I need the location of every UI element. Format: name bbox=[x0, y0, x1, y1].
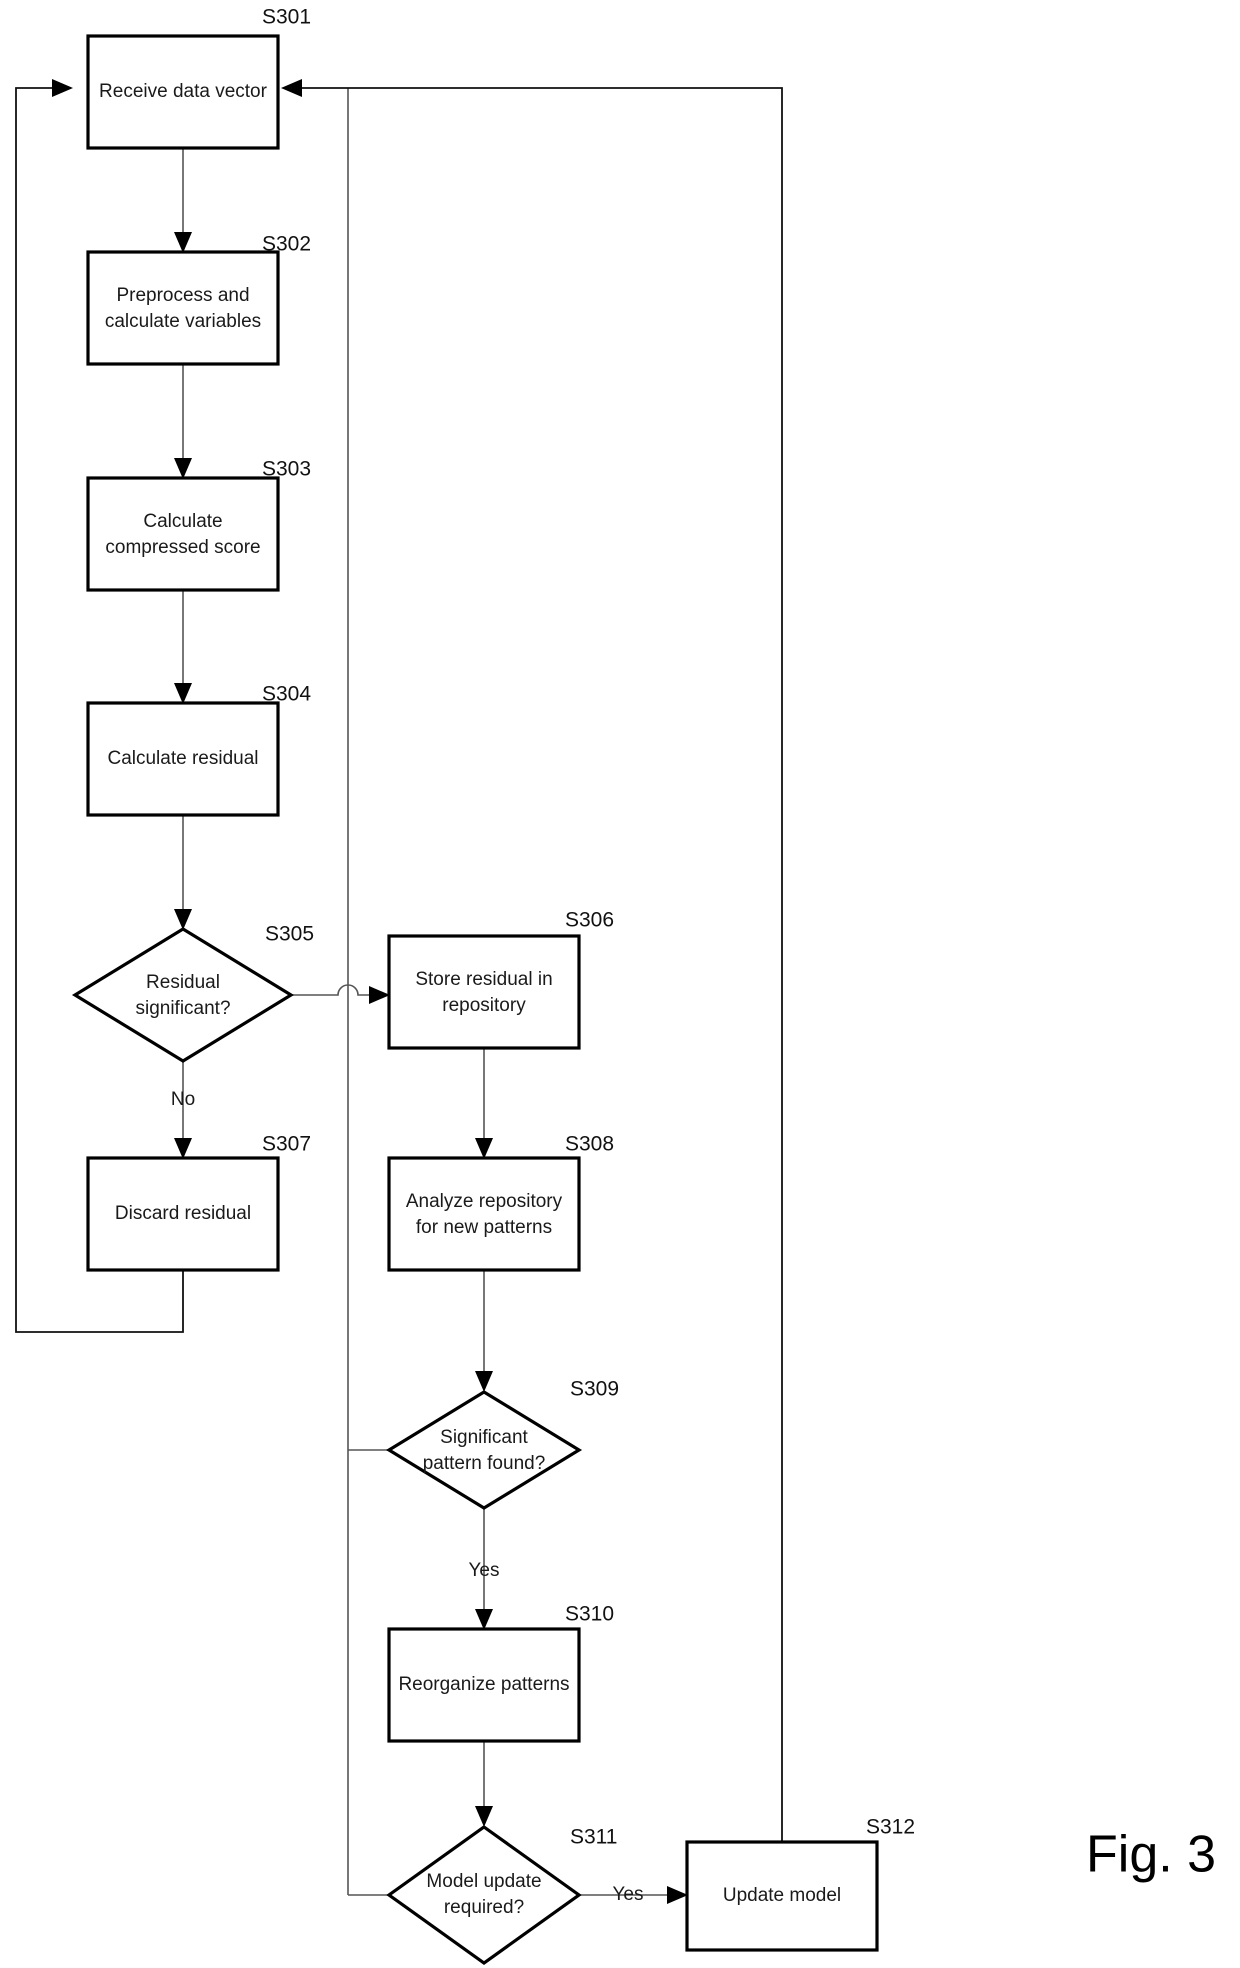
node-s310[interactable]: Reorganize patterns S310 bbox=[387, 1603, 614, 1743]
node-s304-ref: S304 bbox=[262, 683, 311, 706]
node-s306-label-line2: repository bbox=[442, 995, 526, 1016]
node-s303-label-line1: Calculate bbox=[143, 511, 222, 532]
edge-s310-to-s311 bbox=[475, 1741, 493, 1827]
node-s312-ref: S312 bbox=[866, 1816, 915, 1839]
edge-s308-to-s309 bbox=[475, 1270, 493, 1392]
edge-s301-to-s302 bbox=[174, 148, 192, 253]
node-s302-label-line1: Preprocess and bbox=[116, 285, 249, 306]
edge-label-yes-s311: Yes bbox=[613, 1884, 644, 1905]
edge-s305-to-s306 bbox=[291, 984, 390, 1004]
node-s302-ref: S302 bbox=[262, 233, 311, 256]
node-s310-ref: S310 bbox=[565, 1603, 614, 1626]
node-s307-ref: S307 bbox=[262, 1133, 311, 1156]
node-s308-box[interactable] bbox=[387, 1156, 581, 1272]
node-s307[interactable]: Discard residual S307 bbox=[86, 1133, 311, 1272]
flowchart-canvas: Receive data vector S301 Preprocess and … bbox=[15, 6, 1216, 1965]
node-s311-diamond[interactable] bbox=[386, 1825, 582, 1965]
node-s303-box[interactable] bbox=[86, 476, 280, 592]
node-s309-ref: S309 bbox=[570, 1378, 619, 1401]
node-s305-label-line1: Residual bbox=[146, 972, 220, 993]
edge-s304-to-s305 bbox=[174, 815, 192, 930]
node-s308-label-line2: for new patterns bbox=[416, 1217, 552, 1238]
node-s301[interactable]: Receive data vector S301 bbox=[86, 6, 311, 150]
node-s302-box[interactable] bbox=[86, 250, 280, 366]
node-s302[interactable]: Preprocess and calculate variables S302 bbox=[86, 233, 311, 366]
figure-3-flowchart: Receive data vector S301 Preprocess and … bbox=[0, 0, 1240, 1968]
node-s304[interactable]: Calculate residual S304 bbox=[86, 683, 311, 817]
node-s305-label-line2: significant? bbox=[135, 998, 230, 1019]
node-s309-label-line1: Significant bbox=[440, 1427, 528, 1448]
node-s302-label-line2: calculate variables bbox=[105, 311, 261, 332]
node-s306-ref: S306 bbox=[565, 909, 614, 932]
node-s303-ref: S303 bbox=[262, 458, 311, 481]
node-s312[interactable]: Update model S312 bbox=[685, 1816, 915, 1952]
edge-s306-to-s308 bbox=[475, 1048, 493, 1159]
node-s311-label-line2: required? bbox=[444, 1897, 524, 1918]
node-s301-label: Receive data vector bbox=[99, 81, 268, 102]
node-s307-label: Discard residual bbox=[115, 1203, 251, 1224]
node-s306[interactable]: Store residual in repository S306 bbox=[387, 909, 614, 1050]
node-s305[interactable]: Residual significant? S305 bbox=[71, 923, 314, 1063]
edge-s302-to-s303 bbox=[174, 364, 192, 479]
node-s309-label-line2: pattern found? bbox=[423, 1453, 546, 1474]
node-s306-label-line1: Store residual in bbox=[415, 969, 552, 990]
node-s304-label: Calculate residual bbox=[107, 748, 258, 769]
node-s305-diamond[interactable] bbox=[71, 927, 295, 1063]
node-s308-ref: S308 bbox=[565, 1133, 614, 1156]
figure-caption: Fig. 3 bbox=[1086, 1826, 1216, 1884]
node-s308[interactable]: Analyze repository for new patterns S308 bbox=[387, 1133, 614, 1272]
node-s301-ref: S301 bbox=[262, 6, 311, 29]
node-s310-label: Reorganize patterns bbox=[398, 1674, 569, 1695]
edge-s303-to-s304 bbox=[174, 590, 192, 704]
node-s311-label-line1: Model update bbox=[426, 1871, 541, 1892]
node-s312-label: Update model bbox=[723, 1885, 841, 1906]
node-s309[interactable]: Significant pattern found? S309 bbox=[385, 1378, 619, 1510]
node-s303[interactable]: Calculate compressed score S303 bbox=[86, 458, 311, 592]
node-s309-diamond[interactable] bbox=[385, 1390, 583, 1510]
node-s305-ref: S305 bbox=[265, 923, 314, 946]
edge-label-no-s305: No bbox=[171, 1089, 195, 1110]
node-s311-ref: S311 bbox=[570, 1826, 618, 1849]
node-s306-box[interactable] bbox=[387, 934, 581, 1050]
node-s303-label-line2: compressed score bbox=[105, 537, 260, 558]
edge-label-yes-s309: Yes bbox=[469, 1560, 500, 1581]
node-s308-label-line1: Analyze repository bbox=[406, 1191, 563, 1212]
